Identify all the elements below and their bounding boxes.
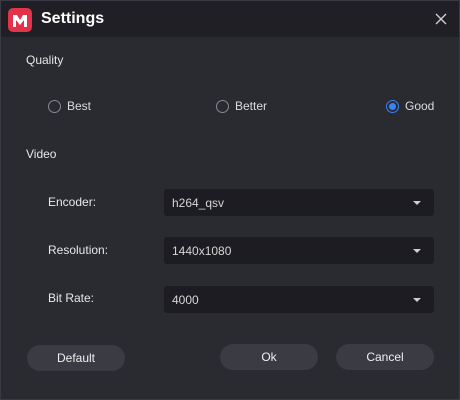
ok-button[interactable]: Ok — [220, 344, 318, 370]
radio-best-label: Best — [67, 99, 92, 113]
radio-better[interactable] — [216, 99, 229, 113]
dialog-title: Settings — [41, 10, 105, 27]
radio-better-label: Better — [235, 99, 268, 113]
encoder-select[interactable]: h264_qsv — [164, 189, 434, 216]
radio-good-label: Good — [405, 99, 435, 113]
bitrate-label: Bit Rate: — [48, 291, 95, 305]
chevron-down-icon — [413, 201, 421, 205]
encoder-value: h264_qsv — [172, 195, 225, 210]
video-section-label: Video — [26, 147, 57, 161]
close-icon[interactable] — [431, 9, 451, 29]
resolution-label: Resolution: — [48, 243, 109, 257]
quality-option-better[interactable]: Better — [216, 99, 267, 113]
app-logo-icon — [8, 8, 32, 32]
chevron-down-icon — [413, 298, 421, 302]
radio-good[interactable] — [386, 99, 399, 113]
chevron-down-icon — [413, 249, 421, 253]
bitrate-value: 4000 — [172, 292, 199, 307]
resolution-select[interactable]: 1440x1080 — [164, 237, 434, 264]
cancel-button[interactable]: Cancel — [336, 344, 434, 370]
bitrate-select[interactable]: 4000 — [164, 286, 434, 313]
radio-best[interactable] — [48, 99, 61, 113]
quality-option-best[interactable]: Best — [48, 99, 91, 113]
quality-section-label: Quality — [26, 53, 64, 67]
resolution-value: 1440x1080 — [172, 243, 232, 258]
default-button[interactable]: Default — [27, 345, 125, 371]
title-bar: Settings — [1, 1, 459, 37]
encoder-label: Encoder: — [48, 195, 97, 209]
settings-dialog: Settings Quality Best Better Good Video … — [0, 0, 460, 400]
quality-option-good[interactable]: Good — [386, 99, 434, 113]
